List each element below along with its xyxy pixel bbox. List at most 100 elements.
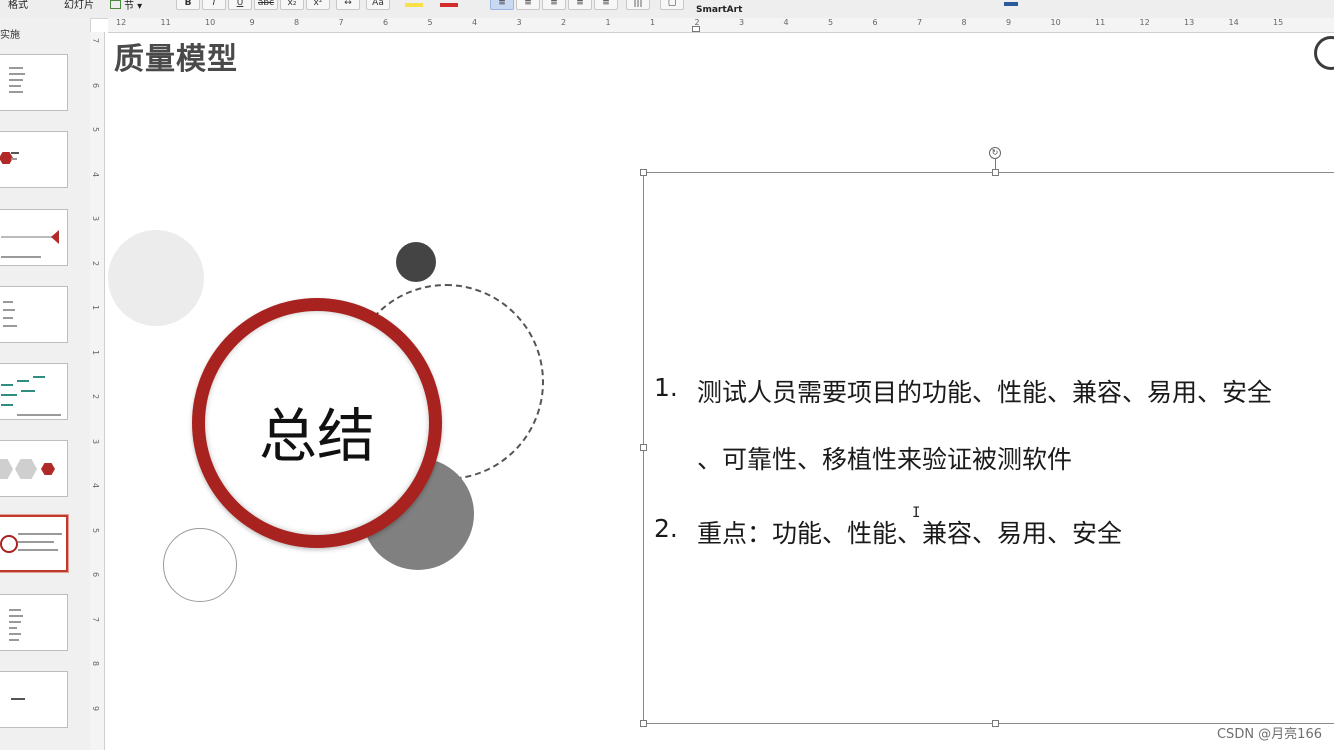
slide-thumbnail[interactable] bbox=[0, 54, 68, 111]
ruler-tick-label: 3 bbox=[516, 18, 522, 27]
section-button[interactable]: 节 ▾ bbox=[110, 0, 142, 13]
summary-label: 总结 bbox=[258, 402, 375, 470]
slide-thumbnail[interactable] bbox=[0, 286, 68, 343]
list-item-number: 1. bbox=[654, 373, 678, 402]
strikethrough-button[interactable]: abc bbox=[254, 0, 278, 10]
ruler-tick-label: 7 bbox=[338, 18, 344, 27]
section-title: 实施 bbox=[0, 30, 20, 41]
resize-handle-top-middle[interactable] bbox=[992, 169, 999, 176]
text-cursor-icon: I bbox=[912, 505, 921, 521]
justify-button[interactable]: ≡ bbox=[568, 0, 592, 10]
slide-thumbnail[interactable] bbox=[0, 440, 68, 497]
vertical-ruler[interactable]: 7 6 5 4 3 2 1 1 2 3 4 5 6 7 8 9 bbox=[90, 32, 105, 750]
ruler-tick-label: 14 bbox=[1228, 18, 1239, 27]
ruler-tick-label: 8 bbox=[961, 18, 967, 27]
ruler-tick-label: 5 bbox=[427, 18, 433, 27]
distribute-button[interactable]: ≡ bbox=[594, 0, 618, 10]
ruler-tick-label: 7 bbox=[91, 37, 101, 44]
list-item-number: 2. bbox=[654, 514, 678, 543]
slide-thumbnail-pane: 实施 bbox=[0, 18, 91, 750]
summary-ring[interactable]: 总结 bbox=[192, 298, 442, 548]
ruler-tick-label: 10 bbox=[1050, 18, 1061, 27]
shape-outline-icon[interactable] bbox=[1004, 0, 1018, 10]
font-size-button[interactable]: Aa bbox=[366, 0, 390, 10]
ruler-tick-label: 3 bbox=[91, 438, 101, 444]
format-menu-button[interactable]: 格式 bbox=[8, 0, 28, 12]
ruler-tick-label: 11 bbox=[1095, 18, 1106, 27]
list-item-text-continuation[interactable]: 、可靠性、移植性来验证被测软件 bbox=[697, 440, 1072, 476]
section-icon bbox=[110, 0, 121, 9]
ruler-tick-label: 3 bbox=[739, 18, 745, 27]
slide-title[interactable]: 质量模型 bbox=[114, 34, 238, 78]
italic-button[interactable]: I bbox=[202, 0, 226, 10]
ruler-tick-label: 13 bbox=[1184, 18, 1195, 27]
ruler-tick-label: 6 bbox=[91, 82, 101, 88]
superscript-button[interactable]: x² bbox=[306, 0, 330, 10]
watermark: CSDN @月亮166 bbox=[1216, 727, 1322, 742]
ruler-tick-label: 8 bbox=[91, 660, 101, 667]
align-right-button[interactable]: ≡ bbox=[542, 0, 566, 10]
ruler-tick-label: 2 bbox=[561, 18, 567, 27]
ruler-tick-label: 4 bbox=[91, 171, 101, 177]
ruler-tick-label: 15 bbox=[1273, 18, 1284, 27]
ruler-tick-label: 6 bbox=[91, 571, 101, 578]
list-item-text[interactable]: 重点：功能、性能、兼容、易用、安全 bbox=[697, 514, 1122, 550]
slide-thumbnail[interactable] bbox=[0, 131, 68, 188]
highlight-color-swatch[interactable] bbox=[405, 3, 423, 7]
ruler-tick-label: 4 bbox=[91, 482, 101, 489]
ruler-tick-label: 5 bbox=[91, 527, 101, 533]
decorative-circle-light bbox=[108, 230, 204, 326]
ruler-tick-label: 9 bbox=[249, 18, 255, 27]
slide-thumbnail[interactable] bbox=[0, 363, 68, 420]
decorative-circle-outline bbox=[163, 528, 237, 602]
horizontal-ruler[interactable]: 12 11 10 9 8 7 6 5 4 3 2 1 1 2 3 4 5 6 7 8 9 10 11 12 13 14 15 bbox=[108, 18, 1334, 33]
ruler-tick-label: 5 bbox=[828, 18, 834, 27]
list-item-text[interactable]: 测试人员需要项目的功能、性能、兼容、易用、安全 bbox=[697, 373, 1272, 409]
resize-handle-bottom-left[interactable] bbox=[640, 720, 647, 727]
summary-ring-inner: 总结 bbox=[205, 311, 429, 535]
ruler-tick-label: 1 bbox=[650, 18, 656, 27]
ribbon-toolbar: 格式 幻灯片 节 ▾ B I U abc x₂ x² ↔ Aa ≡ ≡ ≡ ≡ … bbox=[0, 0, 1334, 19]
underline-button[interactable]: U bbox=[228, 0, 252, 10]
slide-thumbnail[interactable] bbox=[0, 209, 68, 266]
ruler-tick-label: 6 bbox=[383, 18, 389, 27]
ruler-tick-label: 9 bbox=[1006, 18, 1012, 27]
ruler-tick-label: 7 bbox=[917, 18, 923, 27]
align-center-button[interactable]: ≡ bbox=[516, 0, 540, 10]
bold-button[interactable]: B bbox=[176, 0, 200, 10]
align-left-button[interactable]: ≡ bbox=[490, 0, 514, 10]
ruler-tick-label: 1 bbox=[91, 304, 101, 311]
resize-handle-top-left[interactable] bbox=[640, 169, 647, 176]
ruler-tick-label: 2 bbox=[91, 260, 101, 266]
ruler-tick-label: 4 bbox=[783, 18, 789, 27]
ruler-tick-label: 9 bbox=[91, 705, 101, 711]
slideshow-button[interactable]: 幻灯片 bbox=[64, 0, 94, 12]
ruler-tick-label: 5 bbox=[91, 126, 101, 133]
ruler-tick-label: 12 bbox=[116, 18, 127, 27]
section-label: 节 bbox=[124, 1, 134, 12]
ruler-tick-label: 1 bbox=[605, 18, 611, 27]
resize-handle-middle-left[interactable] bbox=[640, 444, 647, 451]
ruler-tick-label: 11 bbox=[160, 18, 171, 27]
ruler-tick-label: 3 bbox=[91, 215, 101, 222]
ruler-tick-label: 6 bbox=[872, 18, 878, 27]
spacing-button[interactable]: ↔ bbox=[336, 0, 360, 10]
ruler-tick-label: 8 bbox=[294, 18, 300, 27]
ruler-tick-label: 2 bbox=[694, 18, 700, 27]
ruler-tick-label: 2 bbox=[91, 393, 101, 400]
decorative-circle-dark bbox=[396, 242, 436, 282]
smartart-button[interactable]: SmartArt bbox=[696, 4, 742, 16]
subscript-button[interactable]: x₂ bbox=[280, 0, 304, 10]
columns-button[interactable]: ||| bbox=[626, 0, 650, 10]
rotate-handle[interactable]: ↻ bbox=[989, 147, 1001, 159]
ruler-tick-label: 12 bbox=[1139, 18, 1150, 27]
slide-thumbnail[interactable] bbox=[0, 594, 68, 651]
ruler-tick-label: 4 bbox=[472, 18, 478, 27]
slide-thumbnail-selected[interactable] bbox=[0, 514, 69, 573]
font-color-swatch[interactable] bbox=[440, 3, 458, 7]
slide-thumbnail[interactable] bbox=[0, 671, 68, 728]
ruler-tick-label: 7 bbox=[91, 616, 101, 622]
resize-handle-bottom-middle[interactable] bbox=[992, 720, 999, 727]
ruler-tick-label: 10 bbox=[205, 18, 216, 27]
text-box-button[interactable]: ▢ bbox=[660, 0, 684, 10]
